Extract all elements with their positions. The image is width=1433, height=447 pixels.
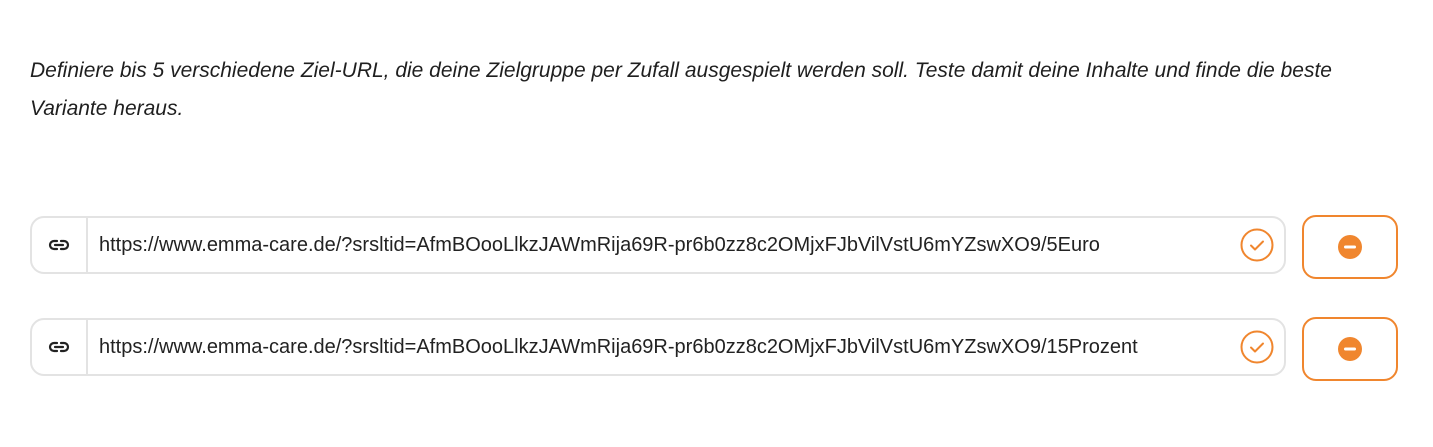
minus-circle-icon <box>1338 337 1362 361</box>
url-row: https://www.emma-care.de/?srsltid=AfmBOo… <box>30 215 1398 279</box>
minus-circle-icon <box>1338 235 1362 259</box>
url-input-field[interactable]: https://www.emma-care.de/?srsltid=AfmBOo… <box>30 318 1286 376</box>
url-value[interactable]: https://www.emma-care.de/?srsltid=AfmBOo… <box>99 218 1100 272</box>
check-circle-icon <box>1240 330 1274 364</box>
url-row: https://www.emma-care.de/?srsltid=AfmBOo… <box>30 317 1398 381</box>
url-value[interactable]: https://www.emma-care.de/?srsltid=AfmBOo… <box>99 320 1138 374</box>
check-circle-icon <box>1240 228 1274 262</box>
remove-url-button[interactable] <box>1302 317 1398 381</box>
page: Definiere bis 5 verschiedene Ziel-URL, d… <box>0 0 1433 447</box>
link-icon <box>32 320 88 374</box>
description-text: Definiere bis 5 verschiedene Ziel-URL, d… <box>30 59 1332 120</box>
link-icon <box>32 218 88 272</box>
url-input-field[interactable]: https://www.emma-care.de/?srsltid=AfmBOo… <box>30 216 1286 274</box>
remove-url-button[interactable] <box>1302 215 1398 279</box>
